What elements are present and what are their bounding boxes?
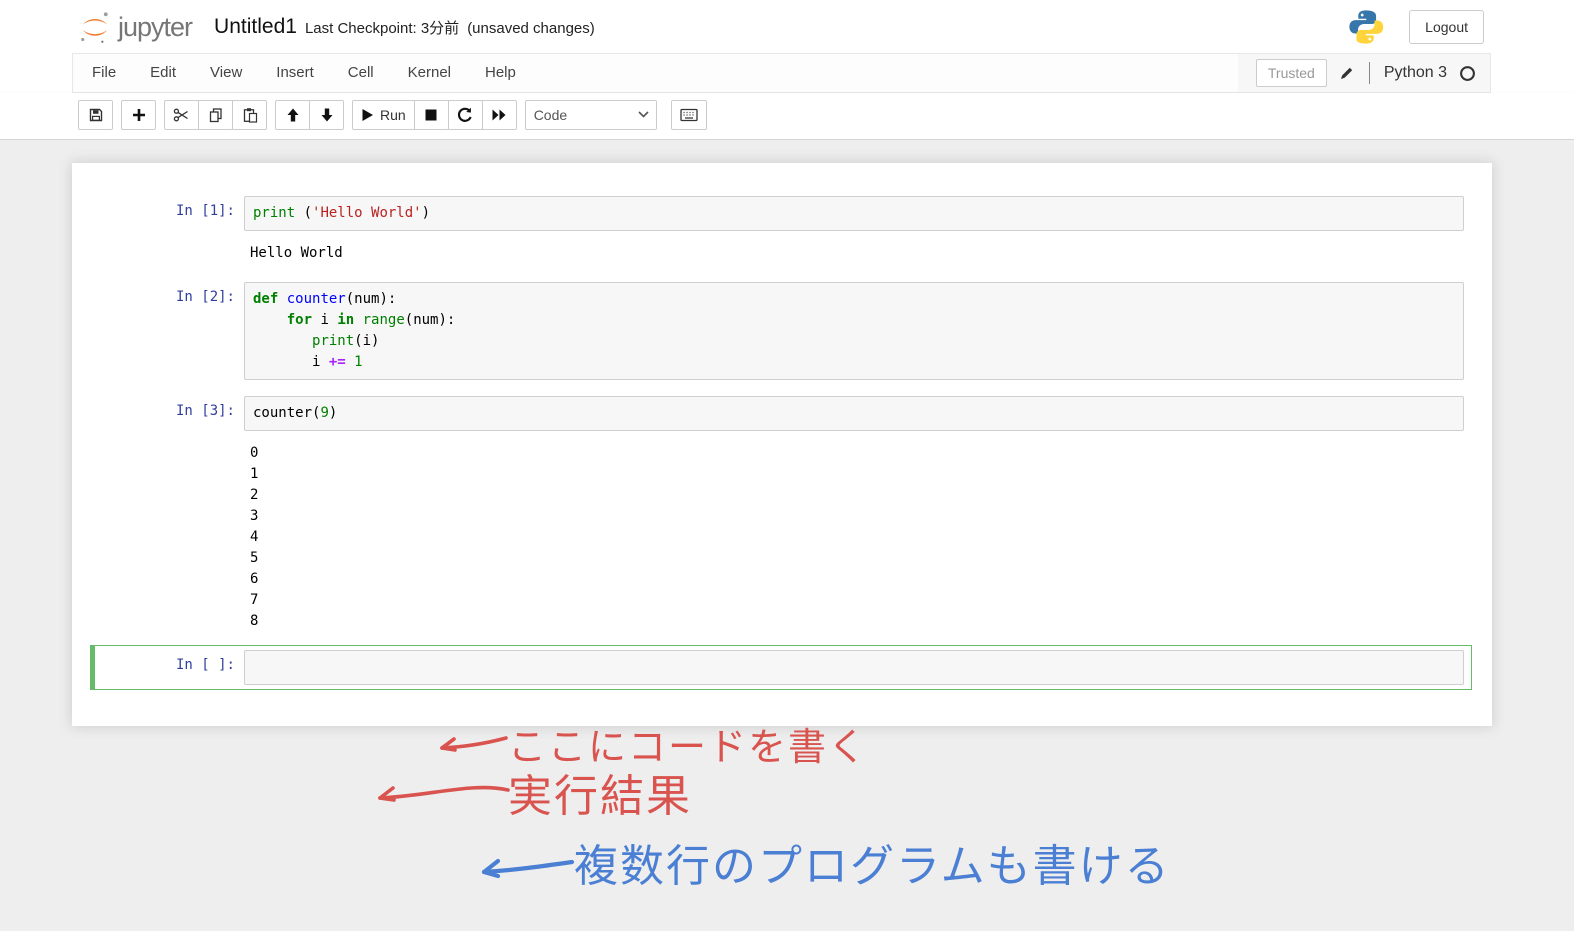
python-logo-icon — [1347, 8, 1385, 46]
menu-items: File Edit View Insert Cell Kernel Help — [73, 54, 533, 92]
menu-item-insert[interactable]: Insert — [259, 53, 331, 93]
restart-run-all-button[interactable] — [481, 100, 517, 130]
jupyter-logo[interactable]: jupyter — [78, 10, 193, 44]
notebook: In [1]: print ('Hello World') Hello World I… — [72, 163, 1492, 891]
logout-button[interactable]: Logout — [1409, 9, 1484, 44]
menu-item-view[interactable]: View — [193, 53, 259, 93]
command-palette-button[interactable] — [670, 100, 707, 130]
keyboard-icon — [680, 108, 698, 122]
left-arrow-icon — [440, 736, 508, 752]
scissors-icon — [173, 108, 188, 122]
menu-item-cell[interactable]: Cell — [331, 53, 391, 93]
menu-item-kernel[interactable]: Kernel — [391, 53, 468, 93]
move-cell-up-button[interactable] — [275, 100, 310, 130]
cell-output: Hello World — [244, 231, 1464, 266]
output-line: 5 — [250, 550, 259, 566]
notebook-cell-4[interactable]: In [ ]: — [90, 645, 1472, 690]
jupyter-logo-text: jupyter — [118, 12, 193, 42]
fast-forward-icon — [492, 109, 506, 121]
save-button[interactable] — [78, 100, 113, 130]
copy-cell-button[interactable] — [198, 100, 233, 130]
left-arrow-icon — [481, 858, 575, 879]
paste-cell-button[interactable] — [232, 100, 267, 130]
notebook-title[interactable]: Untitled1 — [214, 15, 297, 39]
input-prompt: In [1]: — [175, 203, 235, 219]
floppy-icon — [89, 108, 102, 122]
play-icon — [362, 109, 373, 121]
output-line: 6 — [250, 571, 259, 587]
status-divider — [1368, 62, 1370, 84]
notebook-cell-1[interactable]: In [1]: print ('Hello World') Hello World — [90, 191, 1472, 271]
annotation-text: 実行結果 — [508, 772, 692, 821]
cut-cell-button[interactable] — [164, 100, 199, 130]
kernel-idle-circle-icon — [1459, 65, 1476, 82]
header: jupyter Untitled1 Last Checkpoint: 3分前 (… — [0, 0, 1574, 53]
notebook-cells: In [1]: print ('Hello World') Hello World I… — [72, 191, 1492, 690]
input-prompt: In [2]: — [175, 289, 235, 305]
output-line: 4 — [250, 529, 259, 545]
annotation-text: 複数行のプログラムも書ける — [574, 842, 1171, 891]
unsaved-changes: (unsaved changes) — [467, 19, 595, 37]
output-line: 2 — [250, 487, 259, 503]
code-input[interactable]: def counter(num): for i in range(num): p… — [244, 282, 1464, 380]
trusted-button[interactable]: Trusted — [1255, 59, 1327, 87]
stop-icon — [425, 109, 437, 121]
insert-cell-button[interactable] — [121, 100, 156, 130]
code-line: def counter(num): — [253, 291, 397, 307]
output-line: 1 — [250, 466, 259, 482]
code-line: counter(9) — [253, 405, 338, 421]
notebook-cell-2[interactable]: In [2]: def counter(num): for i in range(… — [90, 277, 1472, 385]
move-cell-down-button[interactable] — [309, 100, 344, 130]
menubar-row: File Edit View Insert Cell Kernel Help T… — [0, 53, 1574, 93]
run-cell-button[interactable]: Run — [352, 100, 415, 130]
annotation-text: ここにコードを書く — [508, 727, 869, 769]
toolbar: Run Code — [0, 93, 1574, 140]
pencil-icon[interactable] — [1339, 65, 1355, 81]
interrupt-kernel-button[interactable] — [413, 100, 449, 130]
menu-item-file[interactable]: File — [73, 53, 133, 93]
checkpoint-status: Last Checkpoint: 3分前 — [304, 19, 460, 37]
arrow-down-icon — [321, 108, 332, 122]
title-area: Untitled1 Last Checkpoint: 3分前 (unsaved … — [214, 15, 595, 39]
page-body: In [1]: print ('Hello World') Hello World I… — [0, 140, 1574, 931]
left-arrow-icon — [378, 785, 510, 802]
code-line: print(i) — [312, 333, 380, 349]
top-chrome: jupyter Untitled1 Last Checkpoint: 3分前 (… — [0, 0, 1574, 140]
code-line: for i in range(num): — [286, 312, 456, 328]
output-line: 3 — [250, 508, 259, 524]
restart-kernel-button[interactable] — [447, 100, 483, 130]
copy-icon — [209, 108, 222, 123]
code-input[interactable] — [244, 650, 1464, 685]
cell-output: 0 1 2 3 4 5 6 7 8 — [244, 431, 1464, 634]
kernel-name: Python 3 — [1383, 64, 1447, 81]
paste-icon — [243, 108, 257, 123]
notebook-cell-3[interactable]: In [3]: counter(9) 0 1 2 3 4 5 6 7 8 — [90, 391, 1472, 639]
code-input[interactable]: counter(9) — [244, 396, 1464, 431]
menu-item-edit[interactable]: Edit — [133, 53, 193, 93]
menubar: File Edit View Insert Cell Kernel Help T… — [72, 53, 1491, 93]
code-line: print ('Hello World') — [253, 205, 431, 221]
restart-icon — [458, 107, 472, 122]
arrow-up-icon — [287, 108, 298, 122]
code-input[interactable]: print ('Hello World') — [244, 196, 1464, 231]
header-right: Logout — [1347, 0, 1574, 53]
run-button-label: Run — [380, 107, 406, 123]
code-line: i += 1 — [253, 354, 363, 370]
jupyter-logo-icon — [78, 10, 112, 44]
input-prompt: In [ ]: — [175, 657, 235, 673]
plus-icon — [132, 109, 145, 121]
output-line: 0 — [250, 445, 259, 461]
kernel-status-area: Trusted Python 3 — [1237, 54, 1490, 92]
output-line: Hello World — [250, 245, 343, 261]
output-line: 7 — [250, 592, 259, 608]
input-prompt: In [3]: — [175, 403, 235, 419]
menu-item-help[interactable]: Help — [468, 53, 533, 93]
output-line: 8 — [250, 613, 259, 629]
cell-type-select[interactable]: Code — [524, 100, 657, 130]
